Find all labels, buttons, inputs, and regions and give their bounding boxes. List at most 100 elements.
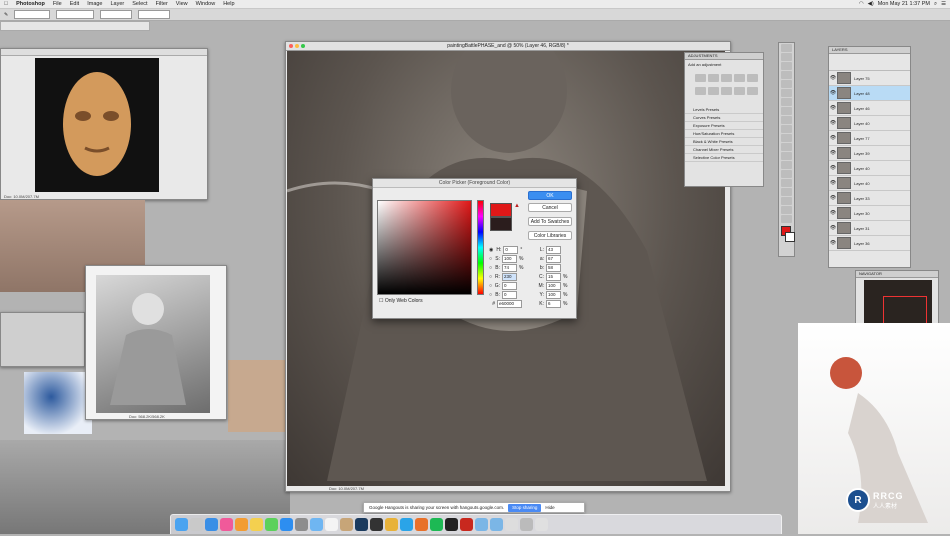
- crop-tool-icon[interactable]: [781, 80, 792, 88]
- layer-row[interactable]: 👁 Layer 46: [829, 101, 910, 116]
- folder-icon[interactable]: [475, 518, 488, 531]
- gradient-tool-icon[interactable]: [781, 143, 792, 151]
- menu-file[interactable]: File: [49, 1, 66, 7]
- finder-icon[interactable]: [175, 518, 188, 531]
- eyedropper-tool-icon[interactable]: [781, 89, 792, 97]
- hue-saturation-icon[interactable]: [695, 87, 706, 95]
- g-field[interactable]: 0: [502, 281, 518, 290]
- layer-name[interactable]: Layer 48: [854, 91, 870, 96]
- mail-icon[interactable]: [310, 518, 323, 531]
- color-balance-icon[interactable]: [708, 87, 719, 95]
- b-field[interactable]: 74: [502, 263, 518, 272]
- terminal-icon[interactable]: [370, 518, 383, 531]
- layer-name[interactable]: Layer 40: [854, 166, 870, 171]
- brush-preset-field[interactable]: [14, 10, 51, 19]
- s-radio[interactable]: ○: [489, 256, 492, 262]
- background-color-swatch[interactable]: [785, 232, 795, 242]
- stop-sharing-button[interactable]: Stop sharing: [508, 503, 542, 512]
- menu-filter[interactable]: Filter: [152, 1, 172, 7]
- itunes-icon[interactable]: [220, 518, 233, 531]
- clone-stamp-tool-icon[interactable]: [781, 116, 792, 124]
- hex-field[interactable]: e60000: [497, 299, 522, 308]
- exposure-icon[interactable]: [734, 74, 745, 82]
- hand-tool-icon[interactable]: [781, 206, 792, 214]
- document-thumbnail-icon[interactable]: [505, 518, 518, 531]
- marquee-tool-icon[interactable]: [781, 53, 792, 61]
- visibility-eye-icon[interactable]: 👁: [829, 210, 837, 216]
- safari-icon[interactable]: [205, 518, 218, 531]
- y-field[interactable]: 100: [546, 290, 561, 299]
- layer-name[interactable]: Layer 75: [854, 76, 870, 81]
- clock[interactable]: Mon May 21 1:37 PM: [878, 1, 930, 8]
- ok-button[interactable]: OK: [528, 191, 572, 200]
- visibility-eye-icon[interactable]: 👁: [829, 195, 837, 201]
- shape-tool-icon[interactable]: [781, 197, 792, 205]
- opacity-field[interactable]: [100, 10, 133, 19]
- k-field[interactable]: 6: [546, 299, 561, 308]
- saturation-brightness-field[interactable]: [377, 200, 472, 295]
- photoshop-icon[interactable]: [355, 518, 368, 531]
- gamut-warning-icon[interactable]: ▲: [514, 203, 520, 209]
- menu-window[interactable]: Window: [192, 1, 220, 7]
- preset-row[interactable]: Channel Mixer Presets: [685, 146, 763, 154]
- menu-view[interactable]: View: [172, 1, 192, 7]
- firefox-icon[interactable]: [415, 518, 428, 531]
- type-tool-icon[interactable]: [781, 179, 792, 187]
- wifi-icon[interactable]: ◠: [859, 1, 864, 8]
- visibility-eye-icon[interactable]: 👁: [829, 180, 837, 186]
- layer-row[interactable]: 👁 Layer 31: [829, 221, 910, 236]
- flow-field[interactable]: [138, 10, 171, 19]
- reference-doc-gray[interactable]: [0, 312, 85, 367]
- layer-name[interactable]: Layer 40: [854, 181, 870, 186]
- path-select-tool-icon[interactable]: [781, 188, 792, 196]
- folder-icon[interactable]: [490, 518, 503, 531]
- layer-name[interactable]: Layer 36: [854, 241, 870, 246]
- cancel-button[interactable]: Cancel: [528, 203, 572, 212]
- h-radio[interactable]: ◉: [489, 247, 493, 253]
- brush-tool-icon[interactable]: ✎: [4, 12, 8, 18]
- mode-select[interactable]: [56, 10, 95, 19]
- visibility-eye-icon[interactable]: 👁: [829, 240, 837, 246]
- menu-layer[interactable]: Layer: [107, 1, 129, 7]
- l-field[interactable]: 43: [546, 245, 561, 254]
- layer-row[interactable]: 👁 Layer 33: [829, 191, 910, 206]
- layer-row[interactable]: 👁 Layer 39: [829, 146, 910, 161]
- apple-menu-icon[interactable]: : [0, 1, 12, 7]
- black-white-icon[interactable]: [721, 87, 732, 95]
- layer-row[interactable]: 👁 Layer 30: [829, 206, 910, 221]
- acrobat-icon[interactable]: [460, 518, 473, 531]
- hide-button[interactable]: Hide: [545, 505, 554, 510]
- brightness-icon[interactable]: [695, 74, 706, 82]
- bv-field[interactable]: 0: [502, 290, 518, 299]
- spotlight-icon[interactable]: ⌕: [934, 1, 937, 8]
- dodge-tool-icon[interactable]: [781, 161, 792, 169]
- visibility-eye-icon[interactable]: 👁: [829, 90, 837, 96]
- layer-row[interactable]: 👁 Layer 48: [829, 86, 910, 101]
- photo-filter-icon[interactable]: [734, 87, 745, 95]
- eraser-tool-icon[interactable]: [781, 134, 792, 142]
- skype-icon[interactable]: [400, 518, 413, 531]
- r-field[interactable]: 230: [502, 272, 518, 281]
- trash-icon[interactable]: [535, 518, 548, 531]
- system-preferences-icon[interactable]: [295, 518, 308, 531]
- visibility-eye-icon[interactable]: 👁: [829, 105, 837, 111]
- m-field[interactable]: 100: [546, 281, 561, 290]
- preset-row[interactable]: Exposure Presets: [685, 122, 763, 130]
- zoom-button[interactable]: [301, 44, 305, 48]
- levels-icon[interactable]: [708, 74, 719, 82]
- channel-mixer-icon[interactable]: [747, 87, 758, 95]
- preset-row[interactable]: Hue/Saturation Presets: [685, 130, 763, 138]
- preset-row[interactable]: Levels Presets: [685, 106, 763, 114]
- brush-tool-icon[interactable]: [781, 107, 792, 115]
- a-field[interactable]: 67: [546, 254, 561, 263]
- menu-select[interactable]: Select: [128, 1, 151, 7]
- reference-doc-mask[interactable]: Doc: 10.0M/207.7M: [0, 48, 208, 200]
- pen-tool-icon[interactable]: [781, 170, 792, 178]
- visibility-eye-icon[interactable]: 👁: [829, 225, 837, 231]
- visibility-eye-icon[interactable]: 👁: [829, 150, 837, 156]
- c-field[interactable]: 15: [546, 272, 561, 281]
- spotify-icon[interactable]: [430, 518, 443, 531]
- move-tool-icon[interactable]: [781, 44, 792, 52]
- vibrance-icon[interactable]: [747, 74, 758, 82]
- menu-help[interactable]: Help: [219, 1, 238, 7]
